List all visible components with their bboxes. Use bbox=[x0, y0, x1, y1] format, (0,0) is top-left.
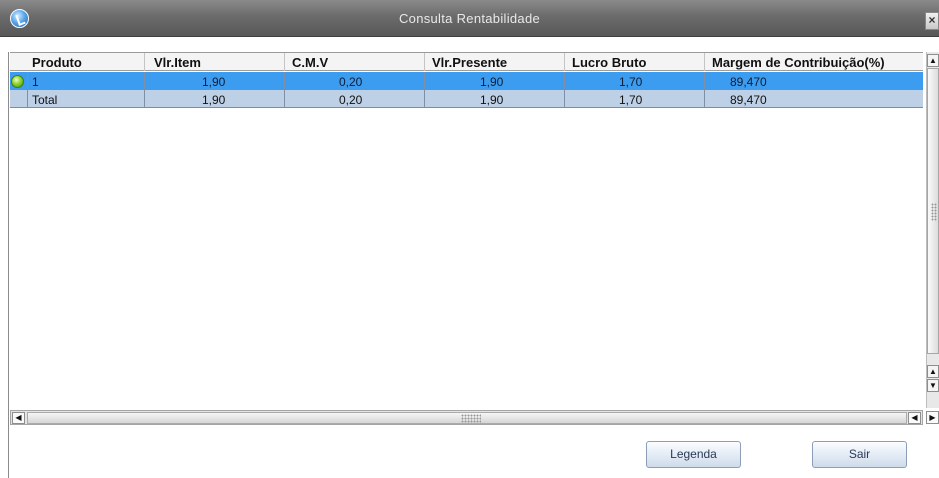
column-header-produto[interactable]: Produto bbox=[32, 55, 82, 70]
window-title: Consulta Rentabilidade bbox=[398, 11, 541, 26]
column-divider bbox=[424, 72, 425, 90]
column-header-margem[interactable]: Margem de Contribuição(%) bbox=[712, 55, 885, 70]
column-divider bbox=[564, 53, 565, 71]
column-divider bbox=[27, 90, 28, 108]
column-divider bbox=[704, 90, 705, 108]
column-divider bbox=[144, 72, 145, 90]
column-divider bbox=[144, 53, 145, 71]
column-header-cmv[interactable]: C.M.V bbox=[292, 55, 328, 70]
grid-header: Produto Vlr.Item C.M.V Vlr.Presente Lucr… bbox=[10, 53, 923, 71]
column-header-vlr-item[interactable]: Vlr.Item bbox=[154, 55, 201, 70]
left-border bbox=[8, 52, 9, 478]
table-cell-lucro-bruto: 1,70 bbox=[619, 93, 643, 107]
table-row[interactable]: 1 1,90 0,20 1,90 1,70 89,470 bbox=[10, 72, 923, 90]
exit-button[interactable]: Sair bbox=[812, 441, 907, 468]
horizontal-scroll-thumb[interactable] bbox=[27, 412, 907, 424]
column-divider bbox=[704, 72, 705, 90]
legend-button[interactable]: Legenda bbox=[646, 441, 741, 468]
table-cell-margem: 89,470 bbox=[730, 93, 767, 107]
table-cell-margem: 89,470 bbox=[730, 75, 767, 89]
scroll-left-icon[interactable]: ◀ bbox=[908, 412, 921, 424]
scroll-down-icon[interactable]: ▼ bbox=[927, 379, 939, 392]
vertical-scrollbar[interactable]: ▲ ▲ ▼ bbox=[926, 52, 939, 408]
scroll-up-icon[interactable]: ▲ bbox=[927, 365, 939, 378]
vertical-scroll-thumb[interactable] bbox=[927, 68, 939, 354]
table-cell-produto: Total bbox=[32, 93, 58, 107]
column-divider bbox=[27, 72, 28, 90]
column-divider bbox=[284, 53, 285, 71]
table-cell-cmv: 0,20 bbox=[339, 93, 363, 107]
table-row[interactable]: Total 1,90 0,20 1,90 1,70 89,470 bbox=[10, 90, 923, 108]
column-divider bbox=[284, 72, 285, 90]
column-header-lucro-bruto[interactable]: Lucro Bruto bbox=[572, 55, 646, 70]
table-cell-produto: 1 bbox=[32, 75, 39, 89]
column-divider bbox=[144, 90, 145, 108]
table-cell-cmv: 0,20 bbox=[339, 75, 363, 89]
column-divider bbox=[704, 53, 705, 71]
column-divider bbox=[284, 90, 285, 108]
results-grid: Produto Vlr.Item C.M.V Vlr.Presente Lucr… bbox=[10, 52, 923, 408]
close-button[interactable]: × bbox=[925, 12, 939, 30]
table-cell-vlr-presente: 1,90 bbox=[480, 93, 504, 107]
table-cell-lucro-bruto: 1,70 bbox=[619, 75, 643, 89]
grip-icon bbox=[461, 414, 481, 423]
column-header-vlr-presente[interactable]: Vlr.Presente bbox=[432, 55, 507, 70]
window-titlebar: Consulta Rentabilidade bbox=[0, 0, 939, 37]
scroll-right-icon[interactable]: ▶ bbox=[926, 411, 939, 424]
column-divider bbox=[564, 90, 565, 108]
scroll-left-icon[interactable]: ◀ bbox=[12, 412, 25, 424]
horizontal-scrollbar[interactable]: ◀ ◀ bbox=[10, 410, 923, 425]
green-status-icon bbox=[11, 75, 24, 88]
column-divider bbox=[564, 72, 565, 90]
table-cell-vlr-presente: 1,90 bbox=[480, 75, 504, 89]
column-divider bbox=[424, 53, 425, 71]
scroll-up-icon[interactable]: ▲ bbox=[927, 54, 939, 67]
table-cell-vlr-item: 1,90 bbox=[202, 93, 226, 107]
grip-icon bbox=[931, 203, 937, 221]
column-divider bbox=[424, 90, 425, 108]
table-cell-vlr-item: 1,90 bbox=[202, 75, 226, 89]
